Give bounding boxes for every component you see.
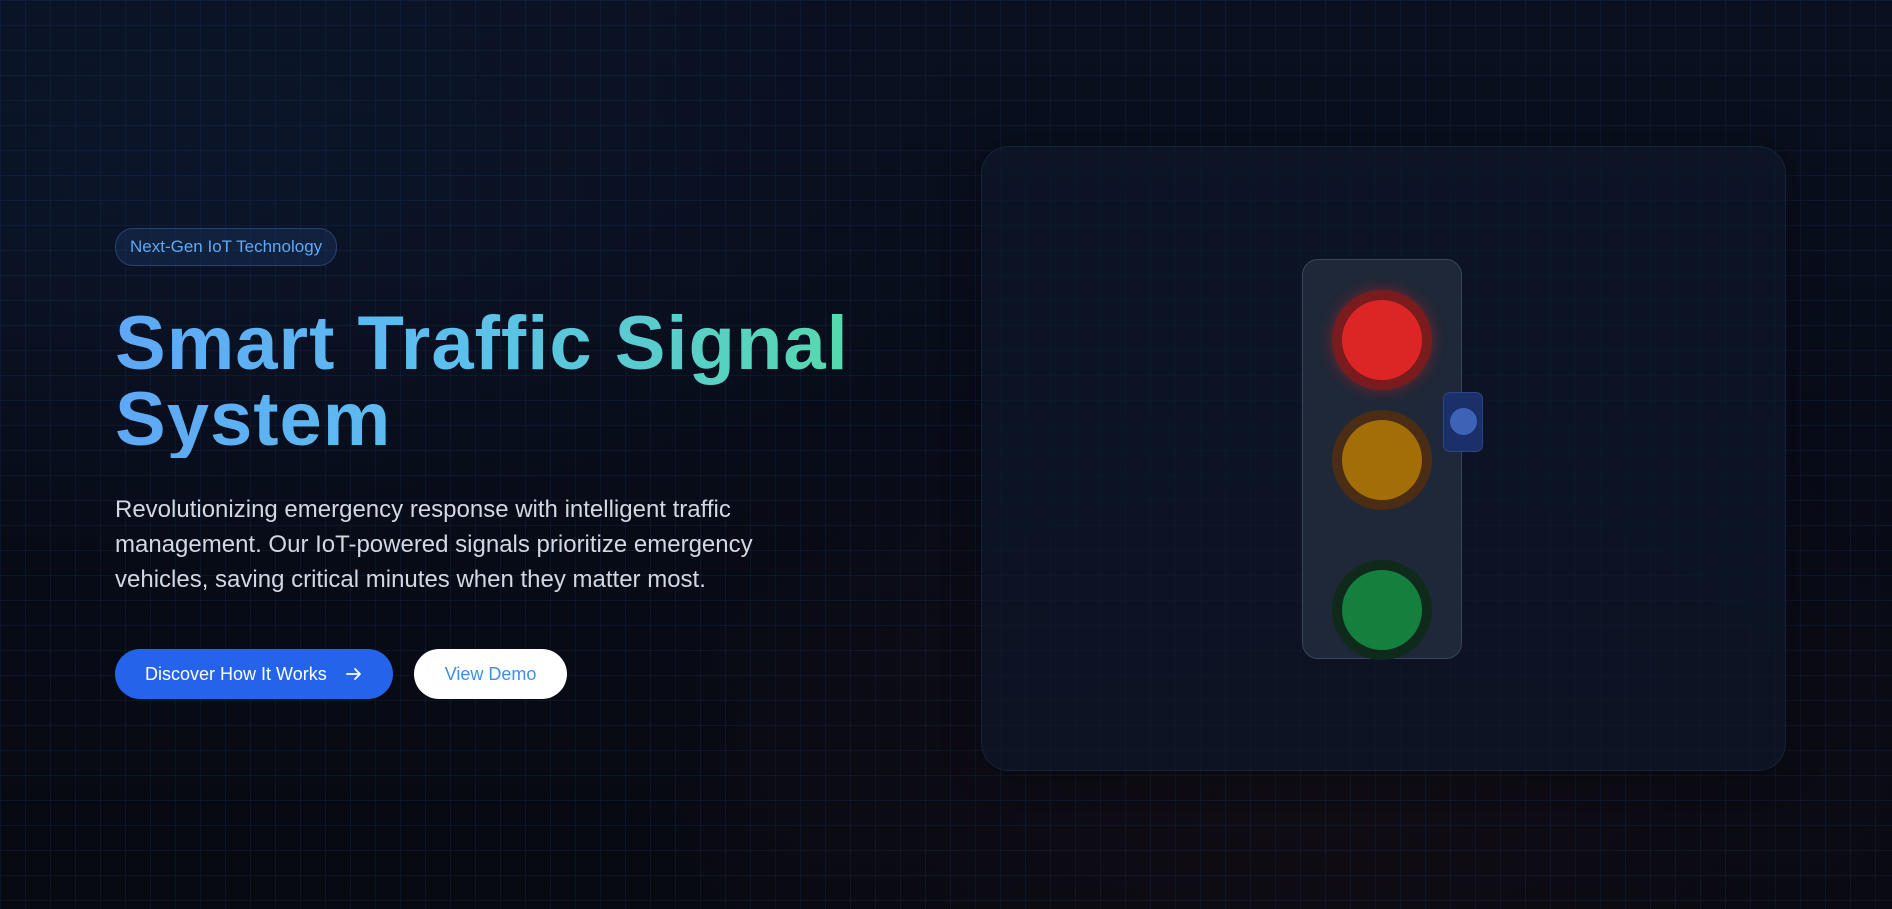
sensor-icon bbox=[1443, 392, 1483, 452]
view-demo-button[interactable]: View Demo bbox=[413, 649, 568, 699]
arrow-right-icon bbox=[345, 668, 361, 680]
discover-button[interactable]: Discover How It Works bbox=[115, 649, 393, 699]
green-light bbox=[1332, 560, 1432, 660]
tech-badge: Next-Gen IoT Technology bbox=[115, 228, 338, 266]
sensor-indicator bbox=[1450, 408, 1477, 435]
hero-section: Next-Gen IoT Technology Smart Traffic Si… bbox=[115, 228, 875, 699]
discover-button-label: Discover How It Works bbox=[145, 663, 327, 684]
page-title: Smart Traffic Signal System bbox=[115, 306, 875, 458]
title-line-2: System bbox=[115, 377, 392, 462]
red-light bbox=[1332, 290, 1432, 390]
title-line-1: Smart Traffic Signal bbox=[115, 301, 849, 386]
traffic-signal-housing bbox=[1302, 259, 1462, 660]
yellow-light bbox=[1332, 410, 1432, 510]
view-demo-button-label: View Demo bbox=[444, 663, 537, 684]
hero-description: Revolutionizing emergency response with … bbox=[115, 496, 753, 593]
traffic-signal-panel bbox=[981, 146, 1786, 771]
hero-actions: Discover How It Works View Demo bbox=[115, 649, 875, 699]
